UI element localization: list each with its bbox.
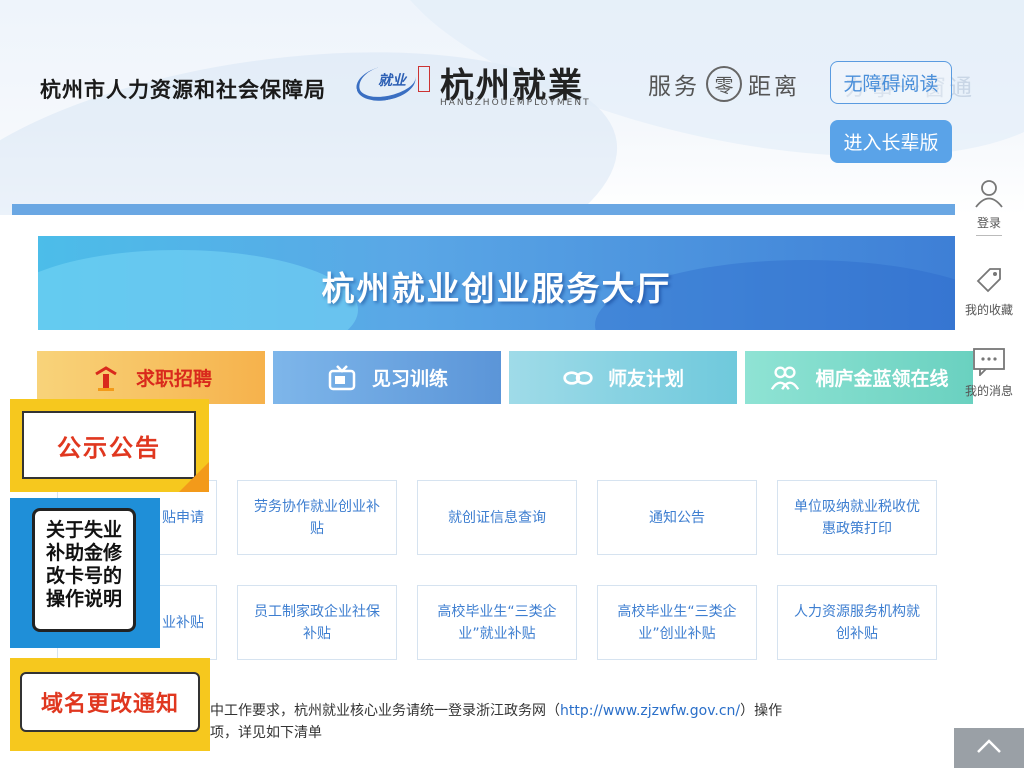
notice-text: 集中工作要求，杭州就业核心业务请统一登录浙江政务网（http://www.zjz…	[196, 700, 782, 744]
category-label: 桐庐金蓝领在线	[815, 368, 949, 390]
sidebar-login[interactable]: 登录	[962, 176, 1016, 236]
announcement-badge[interactable]: 公示公告	[10, 399, 209, 492]
tag-icon	[972, 263, 1006, 297]
sidebar-divider	[976, 235, 1002, 236]
sidebar-favorites-label: 我的收藏	[964, 303, 1013, 317]
unemployment-card-badge-label: 关于失业补助金修改卡号的操作说明	[32, 508, 136, 632]
hero-banner[interactable]: 杭州就业创业服务大厅	[38, 236, 955, 330]
service-graduate-employment-subsidy[interactable]: 高校毕业生“三类企业”就业补贴	[417, 585, 577, 660]
domain-change-badge-label: 域名更改通知	[20, 672, 200, 732]
slogan-left: 服务	[648, 74, 700, 100]
badge-corner	[179, 462, 209, 492]
service-housekeeping-insurance-subsidy[interactable]: 员工制家政企业社保补贴	[237, 585, 397, 660]
logo-mini-text: 就业	[378, 73, 406, 89]
category-tonglu-online[interactable]: 桐庐金蓝领在线	[745, 351, 973, 404]
back-to-top-button[interactable]	[954, 728, 1024, 768]
category-label: 见习训练	[371, 368, 448, 390]
chevron-up-icon	[975, 737, 1003, 759]
accessibility-button[interactable]: 无障碍阅读	[830, 61, 952, 104]
category-internship-training[interactable]: 见习训练	[273, 351, 501, 404]
service-graduate-startup-subsidy[interactable]: 高校毕业生“三类企业”创业补贴	[597, 585, 757, 660]
sidebar-login-label: 登录	[976, 216, 1001, 230]
service-hr-agency-subsidy[interactable]: 人力资源服务机构就创补贴	[777, 585, 937, 660]
unemployment-card-badge[interactable]: 关于失业补助金修改卡号的操作说明	[10, 498, 160, 648]
service-notices[interactable]: 通知公告	[597, 480, 757, 555]
message-icon	[972, 344, 1006, 378]
slogan-zero-circle: 零	[706, 66, 742, 102]
job-icon	[90, 362, 122, 394]
logo-sub-text: HANGZHOUEMPLOYMENT	[440, 98, 591, 108]
slogan-right: 距离	[748, 74, 800, 100]
category-label: 师友计划	[607, 368, 684, 390]
tv-icon	[326, 362, 358, 394]
announcement-badge-label: 公示公告	[22, 411, 196, 479]
notice-line-2: 事项，详见如下清单	[196, 725, 322, 741]
hero-title: 杭州就业创业服务大厅	[321, 269, 672, 308]
notice-line-1: 集中工作要求，杭州就业核心业务请统一登录浙江政务网（http://www.zjz…	[196, 700, 782, 722]
infinity-icon	[562, 362, 594, 394]
user-icon	[972, 176, 1006, 210]
sidebar-messages[interactable]: 我的消息	[962, 344, 1016, 399]
service-certificate-query[interactable]: 就创证信息查询	[417, 480, 577, 555]
people-icon	[769, 362, 801, 394]
service-tax-policy-print[interactable]: 单位吸纳就业税收优惠政策打印	[777, 480, 937, 555]
zjzwfw-link[interactable]: http://www.zjzwfw.gov.cn/	[560, 703, 740, 719]
header-divider-bar	[12, 204, 955, 215]
sidebar-favorites[interactable]: 我的收藏	[962, 263, 1016, 318]
elder-version-button[interactable]: 进入长辈版	[830, 120, 952, 163]
category-mentor-plan[interactable]: 师友计划	[509, 351, 737, 404]
notice-line-1-before: 集中工作要求，杭州就业核心业务请统一登录浙江政务网（	[196, 703, 560, 719]
hangzhou-employment-logo[interactable]: 就业 杭州就業 HANGZHOUEMPLOYMENT	[353, 58, 596, 114]
bureau-title[interactable]: 杭州市人力资源和社会保障局	[40, 74, 326, 104]
domain-change-badge[interactable]: 域名更改通知	[10, 658, 210, 751]
sidebar-messages-label: 我的消息	[964, 384, 1013, 398]
slogan: 服务 零 距离	[648, 66, 800, 102]
logo-seal-icon	[418, 66, 430, 92]
category-label: 求职招聘	[135, 368, 212, 390]
category-job-recruitment[interactable]: 求职招聘	[37, 351, 265, 404]
service-labor-cooperation-subsidy[interactable]: 劳务协作就业创业补贴	[237, 480, 397, 555]
notice-line-1-after: ）操作	[740, 703, 783, 719]
